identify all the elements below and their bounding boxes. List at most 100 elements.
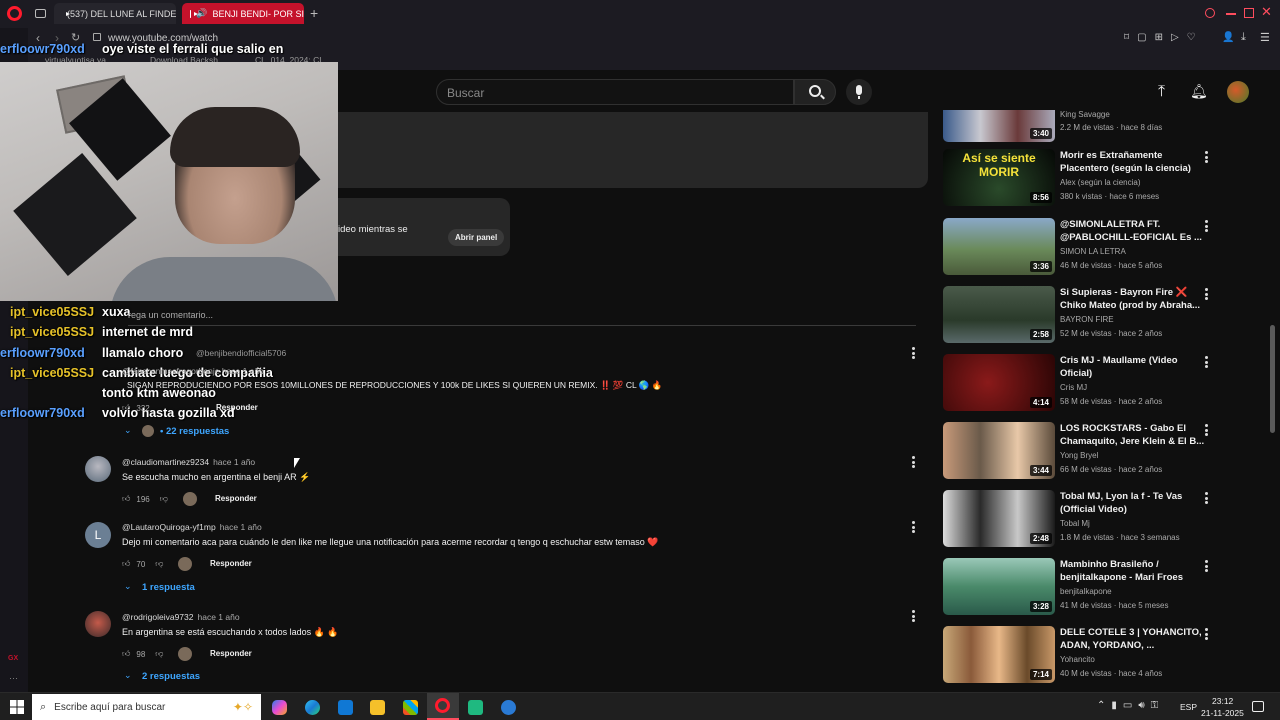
sidebar-gx-icon[interactable]: GX [8, 655, 18, 662]
notification-icon[interactable] [1252, 701, 1264, 712]
recommendation-item[interactable]: 3:44 LOS ROCKSTARS - Gabo El Chamaquito,… [943, 422, 1213, 482]
video-thumbnail[interactable]: 3:40 [943, 110, 1055, 142]
replies-link[interactable]: 2 respuestas [142, 671, 200, 682]
comment-author[interactable]: @LautaroQuiroga-yf1mp hace 1 año [122, 522, 262, 532]
clock-date[interactable]: 21-11-2025 [1201, 708, 1244, 718]
recommendation-item[interactable]: Así se siente MORIR 8:56 Morir es Extrañ… [943, 149, 1213, 209]
new-tab-button[interactable]: + [310, 5, 318, 21]
clock-time[interactable]: 23:12 [1212, 696, 1233, 706]
tab-benji-bendi[interactable]: 🔊 BENJI BENDI- POR SI [182, 3, 304, 24]
like-icon[interactable]: 👍︎ [122, 403, 130, 413]
video-menu-icon[interactable] [1205, 288, 1209, 300]
author-name[interactable]: @rodrigoleiva9732 [122, 612, 193, 622]
recommendation-item[interactable]: 3:28 Mambinho Brasileño / benjitalkapone… [943, 558, 1213, 618]
channel-name[interactable]: Tobal Mj [1060, 519, 1090, 528]
add-comment-input[interactable]: rega un comentario... [128, 310, 213, 320]
upload-icon[interactable]: ⤒ [1158, 83, 1165, 101]
video-menu-icon[interactable] [1205, 492, 1209, 504]
video-title[interactable]: Cris MJ - Maullame (Video Oficial) [1060, 354, 1210, 380]
edge-icon[interactable] [305, 700, 320, 715]
author-name[interactable]: @LautaroQuiroga-yf1mp [122, 522, 216, 532]
app-icon[interactable] [468, 700, 483, 715]
language-indicator[interactable]: ESP [1180, 702, 1197, 712]
dislike-icon[interactable]: 👎︎ [155, 649, 163, 659]
replies-link[interactable]: • 22 respuestas [160, 426, 229, 437]
workspaces-icon[interactable] [35, 9, 46, 18]
avatar[interactable] [85, 456, 111, 482]
opera-logo-icon[interactable] [7, 6, 22, 21]
opera-gx-taskbar-icon[interactable] [427, 693, 459, 720]
file-explorer-icon[interactable] [370, 700, 385, 715]
video-title[interactable]: Morir es Extrañamente Placentero (según … [1060, 149, 1210, 175]
dislike-icon[interactable]: 👎︎ [155, 559, 163, 569]
channel-name[interactable]: Yohancito [1060, 655, 1095, 664]
download-icon[interactable]: ⤓ [1241, 31, 1246, 44]
comment-menu-icon[interactable] [912, 610, 916, 622]
comment-author[interactable]: @claudiomartinez9234 hace 1 año [122, 457, 255, 467]
chevron-down-icon[interactable]: ⌄ [124, 670, 132, 681]
video-title[interactable]: Tobal MJ, Lyon la f - Te Vas (Official V… [1060, 490, 1210, 516]
chevron-down-icon[interactable]: ⌄ [124, 581, 132, 592]
tab-del-lune[interactable]: (537) DEL LUNE AL FINDE [54, 3, 176, 24]
page-scrollbar[interactable] [1270, 325, 1275, 433]
channel-name[interactable]: King Savagge [1060, 110, 1110, 119]
tray-icons[interactable]: ⌃▮▭🔊︎⚿ [1097, 700, 1164, 711]
bell-icon[interactable]: 🔔︎ [1190, 83, 1208, 100]
channel-name[interactable]: Cris MJ [1060, 383, 1087, 392]
video-thumbnail[interactable]: 3:44 [943, 422, 1055, 479]
comment-author[interactable]: @rodrigoleiva9732 hace 1 año [122, 612, 240, 622]
video-menu-icon[interactable] [1205, 151, 1209, 163]
video-menu-icon[interactable] [1205, 220, 1209, 232]
taskbar-search[interactable]: ⌕ Escribe aquí para buscar ✦✧ [32, 694, 261, 720]
video-title[interactable]: LOS ROCKSTARS - Gabo El Chamaquito, Jere… [1060, 422, 1210, 448]
windows-start-icon[interactable] [10, 700, 24, 714]
video-title[interactable]: @SIMONLALETRA FT. @PABLOCHILL-EOFICIAL E… [1060, 218, 1210, 244]
video-thumbnail[interactable]: 4:14 [943, 354, 1055, 411]
video-title[interactable]: DELE COTELE 3 | YOHANCITO, ADAN, YORDANO… [1060, 626, 1210, 652]
mic-button[interactable] [846, 79, 872, 105]
channel-name[interactable]: BAYRON FIRE [1060, 315, 1114, 324]
avatar[interactable] [1227, 81, 1249, 103]
recommendation-item[interactable]: 2:48 Tobal MJ, Lyon la f - Te Vas (Offic… [943, 490, 1213, 550]
outlook-icon[interactable] [338, 700, 353, 715]
close-button[interactable]: ✕ [1261, 4, 1272, 20]
menu-icon[interactable]: ☰ [1260, 31, 1270, 44]
recommendation-item[interactable]: 3:36 @SIMONLALETRA FT. @PABLOCHILL-EOFIC… [943, 218, 1213, 278]
channel-name[interactable]: SIMON LA LETRA [1060, 247, 1126, 256]
video-thumbnail[interactable]: 7:14 [943, 626, 1055, 683]
comment-time[interactable]: hace 1 año [220, 522, 262, 532]
like-icon[interactable]: 👍︎ [122, 559, 130, 569]
video-thumbnail[interactable]: Así se siente MORIR 8:56 [943, 149, 1055, 206]
store-icon[interactable] [403, 700, 418, 715]
channel-name[interactable]: Yong Bryel [1060, 451, 1098, 460]
copilot-icon[interactable] [272, 700, 287, 715]
search-button[interactable] [794, 79, 836, 105]
video-title[interactable]: Mambinho Brasileño / benjitalkapone - Ma… [1060, 558, 1210, 584]
like-icon[interactable]: 👍︎ [122, 649, 130, 659]
search-tabs-icon[interactable] [1205, 8, 1215, 18]
video-thumbnail[interactable]: 3:36 [943, 218, 1055, 275]
video-thumbnail[interactable]: 2:48 [943, 490, 1055, 547]
video-menu-icon[interactable] [1205, 356, 1209, 368]
video-menu-icon[interactable] [1205, 560, 1209, 572]
comment-time[interactable]: hace 1 año [197, 612, 239, 622]
video-thumbnail[interactable]: 2:58 [943, 286, 1055, 343]
like-icon[interactable]: 👍︎ [122, 494, 130, 504]
reply-button[interactable]: Responder [215, 494, 257, 503]
comment-menu-icon[interactable] [912, 347, 916, 359]
reply-button[interactable]: Responder [210, 649, 252, 658]
minimize-button[interactable] [1226, 13, 1236, 15]
channel-name[interactable]: Alex (según la ciencia) [1060, 178, 1140, 187]
video-title[interactable]: Si Supieras - Bayron Fire ❌ Chiko Mateo … [1060, 286, 1210, 312]
dislike-icon[interactable]: 👎︎ [160, 494, 168, 504]
comment-menu-icon[interactable] [912, 456, 916, 468]
open-panel-button[interactable]: Abrir panel [448, 229, 505, 246]
comment-menu-icon[interactable] [912, 521, 916, 533]
reply-button[interactable]: Responder [216, 403, 258, 412]
comment-author[interactable]: @benjibendiofficial5706 [196, 348, 286, 358]
maximize-button[interactable] [1244, 8, 1254, 18]
recommendation-item[interactable]: 7:14 DELE COTELE 3 | YOHANCITO, ADAN, YO… [943, 626, 1213, 686]
author-name[interactable]: @claudiomartinez9234 [122, 457, 209, 467]
chevron-down-icon[interactable]: ⌄ [124, 425, 132, 436]
avatar[interactable] [85, 611, 111, 637]
